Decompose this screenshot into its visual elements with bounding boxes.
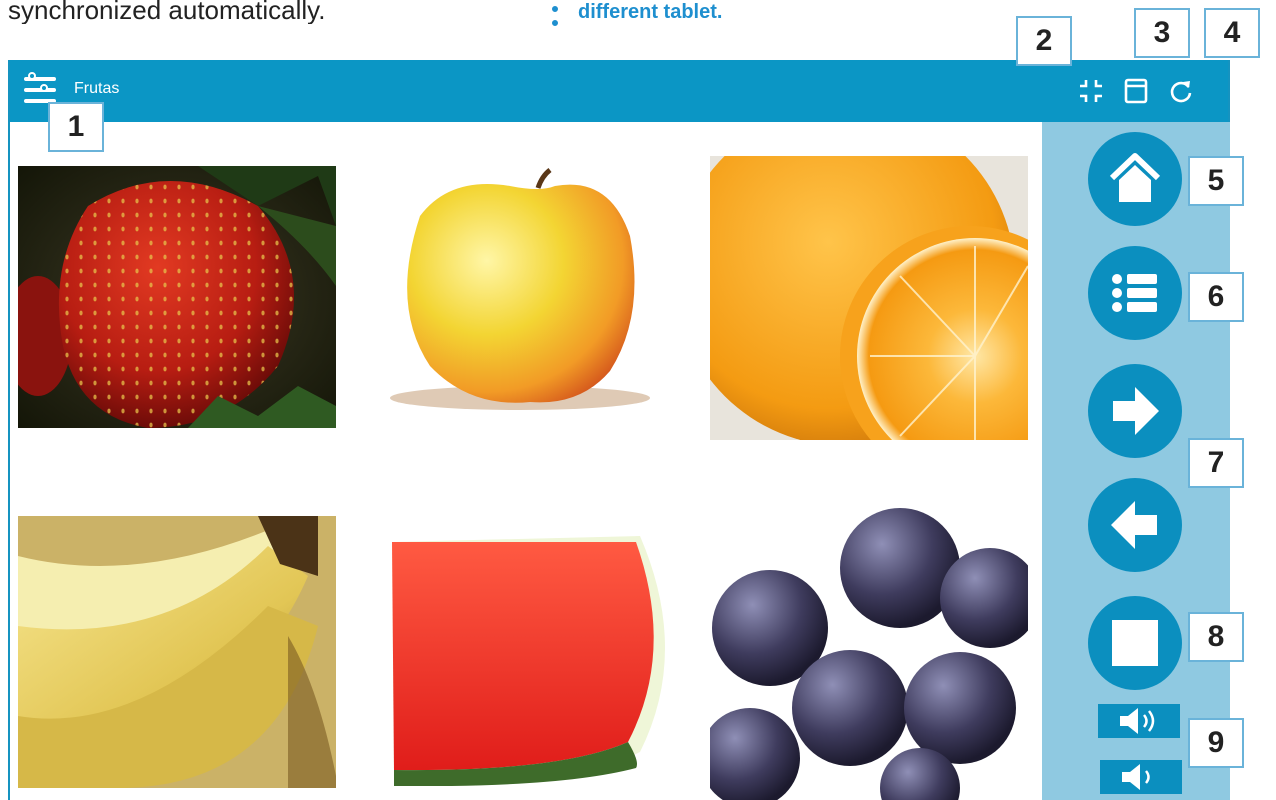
menu-icon[interactable] <box>24 72 56 105</box>
screenshot: synchronized automatically. different ta… <box>0 0 1276 800</box>
callout-8: 8 <box>1188 612 1244 662</box>
doc-text-left: synchronized automatically. <box>8 0 326 24</box>
volume-up-icon <box>1120 708 1155 734</box>
tile-apple[interactable] <box>380 166 670 428</box>
home-icon <box>1109 153 1161 202</box>
volume-down-icon <box>1122 764 1150 790</box>
image-grid <box>10 122 1042 800</box>
callout-6: 6 <box>1188 272 1244 322</box>
callout-3: 3 <box>1134 8 1190 58</box>
app-title: Frutas <box>74 80 120 97</box>
tile-orange[interactable] <box>710 156 1028 440</box>
stop-icon <box>1112 620 1158 666</box>
collapse-icon[interactable] <box>1076 76 1106 106</box>
home-button[interactable] <box>1088 132 1182 226</box>
arrow-right-icon <box>1113 387 1159 435</box>
list-icon <box>1112 274 1157 312</box>
callout-2: 2 <box>1016 16 1072 66</box>
list-button[interactable] <box>1088 246 1182 340</box>
doc-note-marker <box>552 6 558 26</box>
previous-button[interactable] <box>1088 478 1182 572</box>
top-bar: Frutas <box>10 60 1228 122</box>
window-icon[interactable] <box>1121 76 1151 106</box>
callout-7: 7 <box>1188 438 1244 488</box>
refresh-icon[interactable] <box>1166 76 1196 106</box>
doc-text-right: different tablet. <box>578 1 723 23</box>
callout-4: 4 <box>1204 8 1260 58</box>
volume-down-button[interactable] <box>1100 760 1182 794</box>
next-button[interactable] <box>1088 364 1182 458</box>
tile-grapes[interactable] <box>710 508 1028 800</box>
tile-banana[interactable] <box>18 516 336 788</box>
tile-watermelon[interactable] <box>390 532 680 786</box>
volume-up-button[interactable] <box>1098 704 1180 738</box>
callout-9: 9 <box>1188 718 1244 768</box>
callout-1: 1 <box>48 102 104 152</box>
tile-strawberry[interactable] <box>18 166 336 428</box>
arrow-left-icon <box>1111 501 1157 549</box>
stop-button[interactable] <box>1088 596 1182 690</box>
callout-5: 5 <box>1188 156 1244 206</box>
app-window: Frutas <box>8 60 1230 800</box>
